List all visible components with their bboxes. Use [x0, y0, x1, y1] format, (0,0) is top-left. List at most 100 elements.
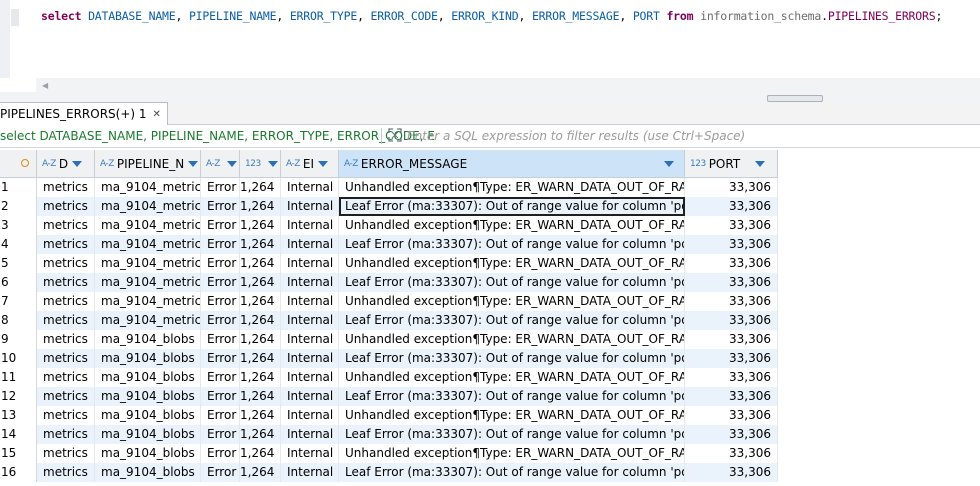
grid-corner[interactable] [0, 150, 37, 178]
chevron-down-icon[interactable] [318, 160, 328, 167]
cell-pipe[interactable]: ma_9104_blobs [95, 387, 201, 406]
cell-msg[interactable]: Unhandled exception¶Type: ER_WARN_DATA_O… [339, 330, 685, 349]
cell-code[interactable]: 1,264 [240, 406, 281, 425]
cell-db[interactable]: metrics [37, 178, 95, 197]
cell-kind[interactable]: Internal [281, 216, 339, 235]
cell-db[interactable]: metrics [37, 444, 95, 463]
cell-db[interactable]: metrics [37, 406, 95, 425]
cell-msg[interactable]: Leaf Error (ma:33307): Out of range valu… [339, 273, 685, 292]
chevron-down-icon[interactable] [755, 160, 765, 167]
row-number[interactable]: 2 [0, 197, 37, 216]
cell-db[interactable]: metrics [37, 197, 95, 216]
row-number[interactable]: 16 [0, 463, 37, 482]
chevron-down-icon[interactable] [72, 160, 83, 167]
cell-code[interactable]: 1,264 [240, 292, 281, 311]
table-row[interactable]: 8 metrics ma_9104_metrics Error 1,264 Interna… [0, 311, 980, 330]
table-row[interactable]: 11 metrics ma_9104_blobs Error 1,264 Internal… [0, 368, 980, 387]
table-row[interactable]: 4 metrics ma_9104_metrics Error 1,264 Interna… [0, 235, 980, 254]
panel-splitter[interactable] [0, 92, 980, 102]
cell-port[interactable]: 33,306 [685, 349, 778, 368]
cell-msg[interactable]: Unhandled exception¶Type: ER_WARN_DATA_O… [339, 368, 685, 387]
cell-port[interactable]: 33,306 [685, 273, 778, 292]
cell-db[interactable]: metrics [37, 387, 95, 406]
row-number[interactable]: 6 [0, 273, 37, 292]
cell-pipe[interactable]: ma_9104_metrics [95, 197, 201, 216]
cell-kind[interactable]: Internal [281, 387, 339, 406]
column-header-5[interactable]: A-Z EI [281, 150, 339, 178]
cell-db[interactable]: metrics [37, 254, 95, 273]
cell-db[interactable]: metrics [37, 349, 95, 368]
cell-port[interactable]: 33,306 [685, 330, 778, 349]
row-number[interactable]: 8 [0, 311, 37, 330]
column-header-2[interactable]: A-Z PIPELINE_N [95, 150, 201, 178]
cell-port[interactable]: 33,306 [685, 311, 778, 330]
chevron-down-icon[interactable] [267, 160, 278, 167]
cell-type[interactable]: Error [201, 387, 240, 406]
cell-pipe[interactable]: ma_9104_metrics [95, 178, 201, 197]
cell-kind[interactable]: Internal [281, 368, 339, 387]
cell-msg[interactable]: Unhandled exception¶Type: ER_WARN_DATA_O… [339, 292, 685, 311]
cell-type[interactable]: Error [201, 254, 240, 273]
cell-kind[interactable]: Internal [281, 273, 339, 292]
table-row[interactable]: 1 metrics ma_9104_metrics Error 1,264 Interna… [0, 178, 980, 197]
cell-code[interactable]: 1,264 [240, 463, 281, 482]
row-number[interactable]: 9 [0, 330, 37, 349]
tab-pipelines-errors[interactable]: PIPELINES_ERRORS(+) 1 ✕ [0, 102, 168, 125]
cell-kind[interactable]: Internal [281, 406, 339, 425]
cell-type[interactable]: Error [201, 216, 240, 235]
cell-kind[interactable]: Internal [281, 178, 339, 197]
filter-query-text[interactable]: select DATABASE_NAME, PIPELINE_NAME, ERR… [0, 129, 435, 143]
sql-editor[interactable]: select DATABASE_NAME, PIPELINE_NAME, ERR… [0, 0, 980, 78]
table-row[interactable]: 7 metrics ma_9104_metrics Error 1,264 Interna… [0, 292, 980, 311]
cell-port[interactable]: 33,306 [685, 444, 778, 463]
cell-type[interactable]: Error [201, 273, 240, 292]
table-row[interactable]: 13 metrics ma_9104_blobs Error 1,264 Internal… [0, 406, 980, 425]
row-number[interactable]: 4 [0, 235, 37, 254]
chevron-down-icon[interactable] [664, 160, 674, 167]
cell-port[interactable]: 33,306 [685, 235, 778, 254]
table-row[interactable]: 10 metrics ma_9104_blobs Error 1,264 Internal… [0, 349, 980, 368]
cell-port[interactable]: 33,306 [685, 463, 778, 482]
cell-type[interactable]: Error [201, 406, 240, 425]
cell-type[interactable]: Error [201, 235, 240, 254]
table-row[interactable]: 16 metrics ma_9104_blobs Error 1,264 Internal… [0, 463, 980, 482]
cell-pipe[interactable]: ma_9104_metrics [95, 292, 201, 311]
cell-pipe[interactable]: ma_9104_blobs [95, 463, 201, 482]
cell-port[interactable]: 33,306 [685, 292, 778, 311]
cell-db[interactable]: metrics [37, 235, 95, 254]
cell-code[interactable]: 1,264 [240, 216, 281, 235]
cell-pipe[interactable]: ma_9104_blobs [95, 330, 201, 349]
cell-pipe[interactable]: ma_9104_metrics [95, 235, 201, 254]
cell-pipe[interactable]: ma_9104_metrics [95, 273, 201, 292]
table-row[interactable]: 14 metrics ma_9104_blobs Error 1,264 Internal… [0, 425, 980, 444]
cell-msg[interactable]: Leaf Error (ma:33307): Out of range valu… [339, 235, 685, 254]
cell-pipe[interactable]: ma_9104_blobs [95, 406, 201, 425]
column-header-6[interactable]: A-Z ERROR_MESSAGE [339, 150, 685, 178]
cell-pipe[interactable]: ma_9104_blobs [95, 444, 201, 463]
cell-type[interactable]: Error [201, 425, 240, 444]
cell-db[interactable]: metrics [37, 368, 95, 387]
column-header-7[interactable]: 123 PORT [685, 150, 778, 178]
cell-db[interactable]: metrics [37, 273, 95, 292]
cell-port[interactable]: 33,306 [685, 197, 778, 216]
cell-port[interactable]: 33,306 [685, 425, 778, 444]
row-number[interactable]: 3 [0, 216, 37, 235]
cell-code[interactable]: 1,264 [240, 235, 281, 254]
chevron-down-icon[interactable] [226, 160, 237, 167]
cell-code[interactable]: 1,264 [240, 349, 281, 368]
cell-type[interactable]: Error [201, 311, 240, 330]
cell-msg[interactable]: Leaf Error (ma:33307): Out of range valu… [339, 463, 685, 482]
cell-kind[interactable]: Internal [281, 444, 339, 463]
close-icon[interactable]: ✕ [153, 109, 161, 120]
row-number[interactable]: 13 [0, 406, 37, 425]
cell-code[interactable]: 1,264 [240, 368, 281, 387]
cell-port[interactable]: 33,306 [685, 387, 778, 406]
cell-msg[interactable]: Unhandled exception¶Type: ER_WARN_DATA_O… [339, 216, 685, 235]
table-row[interactable]: 5 metrics ma_9104_metrics Error 1,264 Interna… [0, 254, 980, 273]
cell-msg[interactable]: Unhandled exception¶Type: ER_WARN_DATA_O… [339, 254, 685, 273]
row-number[interactable]: 12 [0, 387, 37, 406]
cell-msg[interactable]: Leaf Error (ma:33307): Out of range valu… [339, 311, 685, 330]
cell-type[interactable]: Error [201, 197, 240, 216]
cell-pipe[interactable]: ma_9104_metrics [95, 254, 201, 273]
row-number[interactable]: 1 [0, 178, 37, 197]
